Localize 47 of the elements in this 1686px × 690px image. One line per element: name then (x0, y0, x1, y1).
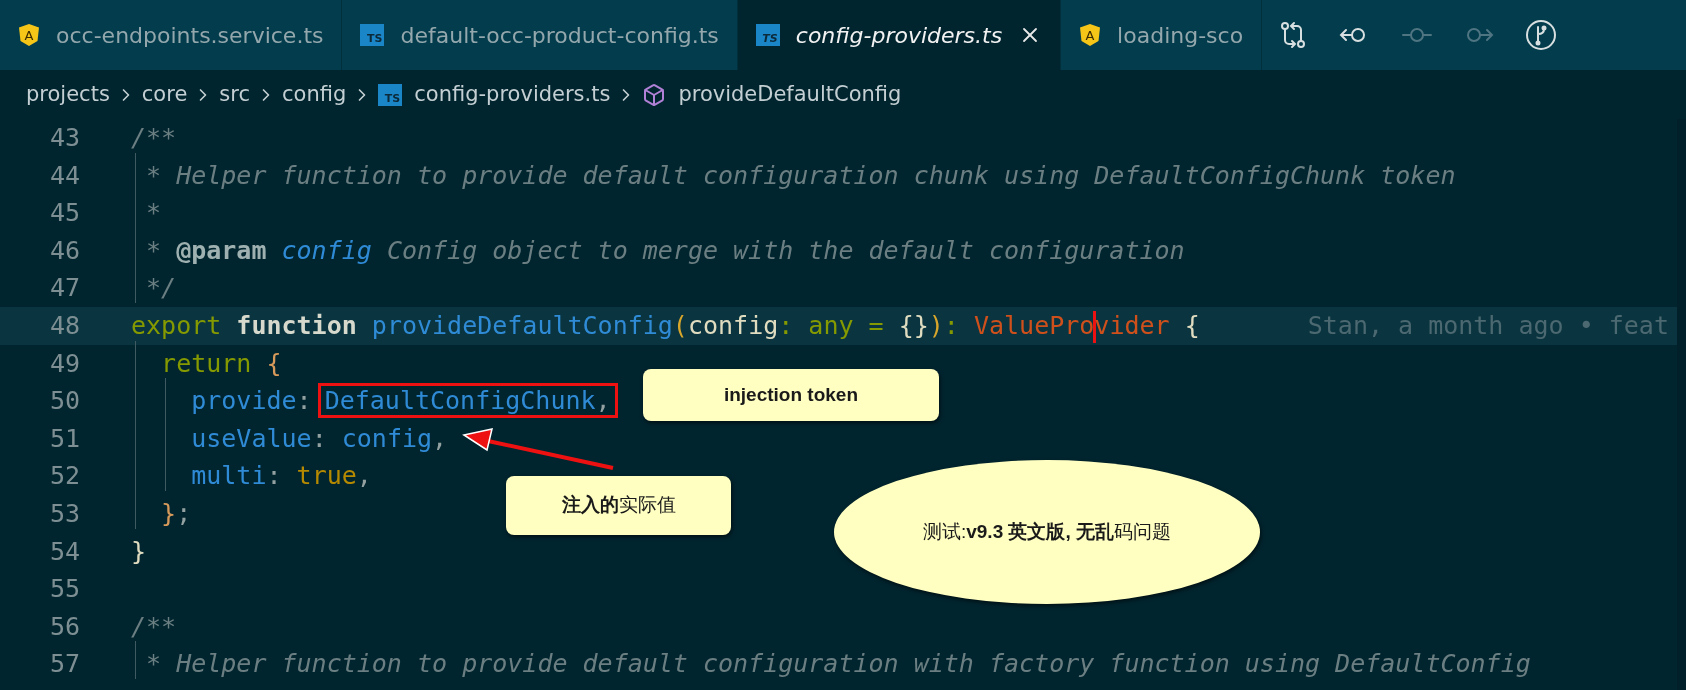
code-line: * Helper function to provide default configuration chunk using DefaultConfigChunk token (145, 159, 1456, 192)
code-line: multi: true, (190, 460, 372, 493)
breadcrumb-item[interactable]: provideDefaultConfig (678, 78, 902, 111)
code-line: provide: DefaultConfigChunk, (131, 382, 624, 420)
line-number: 50 (48, 385, 80, 418)
breadcrumb-item[interactable]: src (219, 78, 250, 111)
line-number: 45 (48, 197, 80, 230)
code-line: /** (131, 610, 177, 643)
line-number: 54 (48, 535, 80, 568)
angular-shield-icon: A (1079, 23, 1102, 47)
breadcrumb-item[interactable]: config (282, 78, 347, 111)
callout-box: injection token (643, 369, 939, 421)
line-number: 56 (48, 610, 80, 643)
cube-icon (642, 82, 667, 107)
code-line: }; (160, 498, 192, 530)
callout-ellipse: 测试:v9.3 英文版, 无乱码问题 (834, 460, 1260, 604)
line-number: 52 (48, 460, 80, 493)
code-line: } (131, 535, 147, 568)
code-line: /** (131, 122, 177, 155)
typescript-file-icon: TS (360, 24, 385, 46)
line-number: 57 (48, 648, 80, 681)
breadcrumb-item[interactable]: config-providers.ts (414, 78, 611, 111)
callout-box: 注入的实际值 (506, 476, 731, 535)
breadcrumb-item[interactable]: projects (26, 78, 110, 111)
git-branch-icon[interactable] (1524, 18, 1559, 52)
highlight-frame: DefaultConfigChunk, (317, 383, 618, 419)
angular-shield-icon: A (18, 23, 40, 47)
line-number: 47 (48, 272, 80, 305)
code-line: */ (145, 272, 177, 305)
line-number: 51 (48, 422, 80, 455)
editor-tab[interactable]: TS config-providers.ts (737, 0, 1062, 70)
line-number: 43 (48, 122, 80, 155)
code-line: * @param config Config object to merge with the default configuration (145, 234, 1185, 267)
line-number: 55 (48, 573, 80, 606)
typescript-file-icon: TS (378, 83, 403, 106)
code-line: * (145, 197, 162, 230)
blame-annotation: Stan, a month ago • feat (1307, 310, 1669, 342)
line-number: 46 (48, 234, 80, 267)
breadcrumb-item[interactable]: core (141, 78, 188, 111)
typescript-file-icon: TS (755, 24, 780, 46)
line-number: 53 (48, 498, 80, 530)
code-line: useValue: config, (190, 422, 448, 455)
line-number: 48 (48, 310, 80, 342)
code-line: return { (160, 347, 282, 380)
code-line: * Helper function to provide default configuration with factory function using DefaultConfig (145, 648, 1531, 681)
line-number: 49 (48, 347, 80, 380)
line-number: 44 (48, 159, 80, 192)
